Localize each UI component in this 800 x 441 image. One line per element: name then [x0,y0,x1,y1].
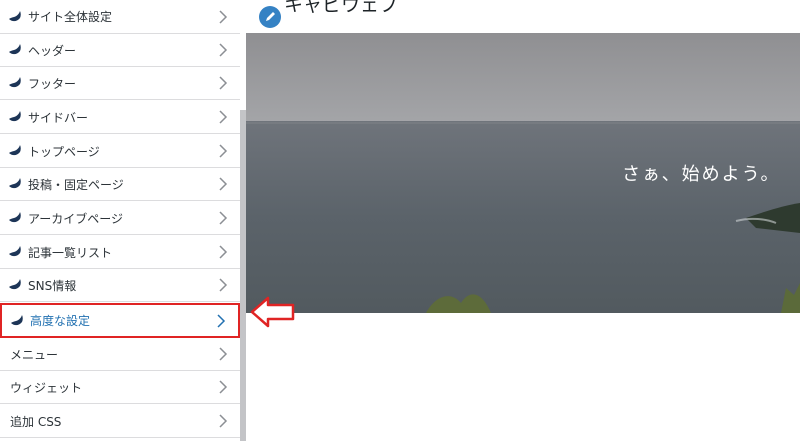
panel-label: サイト全体設定 [28,10,113,24]
panel-sidebar[interactable]: サイドバー [0,101,240,134]
chevron-right-icon [219,144,228,158]
panel-label: トップページ [28,144,100,159]
chevron-right-icon [219,76,228,90]
hero-catchphrase: さぁ、始めよう。 [622,164,781,185]
bird-icon [9,145,21,156]
bird-icon [9,212,21,223]
bird-icon [9,246,21,257]
panel-post-page[interactable]: 投稿・固定ページ [0,168,240,201]
chevron-right-icon [219,380,228,394]
panel-header[interactable]: ヘッダー [0,34,240,67]
panel-sns[interactable]: SNS情報 [0,269,240,302]
panel-label: 高度な設定 [30,314,91,328]
chevron-right-icon [219,211,228,225]
panel-label: 投稿・固定ページ [28,177,124,192]
chevron-right-icon [219,110,228,124]
panel-label: ヘッダー [28,43,77,58]
panel-label: アーカイブページ [28,211,124,226]
chevron-right-icon [219,278,228,292]
pencil-icon [266,12,275,21]
panel-menus[interactable]: メニュー [0,338,240,371]
bird-icon [9,178,21,189]
bird-icon [9,279,21,290]
panel-site-settings[interactable]: サイト全体設定 [0,0,240,34]
chevron-right-icon [217,313,226,328]
chevron-right-icon [219,43,228,57]
chevron-right-icon [219,177,228,191]
chevron-right-icon [219,414,228,428]
edit-shortcut-button[interactable] [259,6,281,28]
panel-widgets[interactable]: ウィジェット [0,371,240,404]
bird-icon [9,10,21,21]
panel-label: ウィジェット [10,380,83,395]
annotation-arrow [250,296,295,328]
bird-icon [11,314,23,325]
panel-label: メニュー [10,347,59,362]
panel-post-list[interactable]: 記事一覧リスト [0,236,240,269]
bird-icon [9,44,21,55]
panel-top-page[interactable]: トップページ [0,135,240,168]
panel-advanced-settings[interactable]: 高度な設定 [0,303,240,338]
panel-additional-css[interactable]: 追加 CSS [0,405,240,438]
panel-label: SNS情報 [28,278,77,293]
panel-label: フッター [28,76,77,91]
panel-label: 追加 CSS [10,414,62,429]
customizer-sidebar: サイト全体設定 ヘッダー フッター サイドバー トップページ 投稿・固定ページ … [0,0,247,441]
site-title[interactable]: キャビウェブ [284,0,398,17]
chevron-right-icon [219,9,228,24]
chevron-right-icon [219,245,228,259]
chevron-right-icon [219,347,228,361]
panel-footer[interactable]: フッター [0,67,240,100]
bird-icon [9,111,21,122]
panel-archive-page[interactable]: アーカイブページ [0,202,240,235]
panel-label: サイドバー [28,110,89,125]
panel-label: 記事一覧リスト [28,245,113,260]
bird-icon [9,77,21,88]
